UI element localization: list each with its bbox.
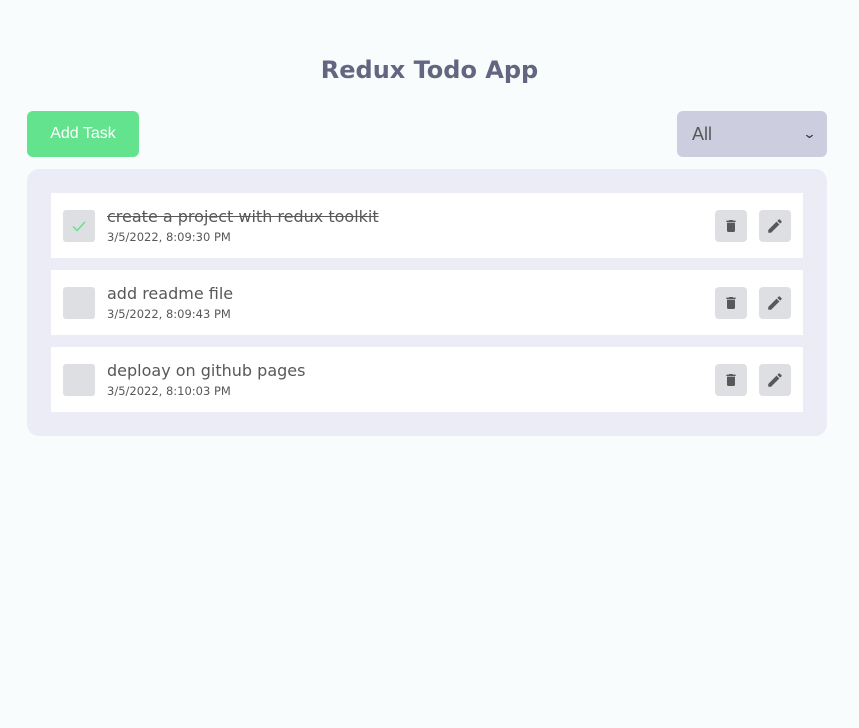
todo-title: deploay on github pages — [107, 361, 306, 380]
pencil-icon — [768, 295, 782, 310]
todo-timestamp: 3/5/2022, 8:09:30 PM — [107, 230, 231, 244]
todo-checkbox[interactable] — [63, 286, 95, 319]
check-icon — [72, 220, 86, 232]
todo-timestamp: 3/5/2022, 8:10:03 PM — [107, 384, 231, 398]
todo-timestamp: 3/5/2022, 8:09:43 PM — [107, 307, 231, 321]
delete-button[interactable] — [715, 209, 747, 242]
edit-button[interactable] — [759, 286, 791, 319]
todo-title: add readme file — [107, 284, 234, 303]
trash-icon — [726, 219, 736, 232]
add-task-button[interactable]: Add Task — [27, 111, 139, 157]
page-title: Redux Todo App — [320, 56, 539, 84]
todo-checkbox[interactable] — [63, 363, 95, 396]
todo-text: add readme file 3/5/2022, 8:09:43 PM — [107, 284, 703, 321]
trash-icon — [726, 373, 736, 386]
pencil-icon — [768, 372, 782, 387]
edit-button[interactable] — [759, 363, 791, 396]
todo-item: create a project with redux toolkit 3/5/… — [51, 193, 803, 258]
todo-list: create a project with redux toolkit 3/5/… — [27, 169, 827, 436]
todo-title: create a project with redux toolkit — [107, 207, 379, 226]
filter-select[interactable]: All ⌄ — [677, 111, 827, 157]
delete-button[interactable] — [715, 286, 747, 319]
filter-select-value: All — [692, 123, 713, 144]
todo-item: add readme file 3/5/2022, 8:09:43 PM — [51, 270, 803, 335]
todo-text: create a project with redux toolkit 3/5/… — [107, 207, 703, 244]
todo-text: deploay on github pages 3/5/2022, 8:10:0… — [107, 361, 703, 398]
todo-app: Redux Todo App Add Task All ⌄ create a p… — [0, 0, 859, 728]
todo-item: deploay on github pages 3/5/2022, 8:10:0… — [51, 347, 803, 412]
delete-button[interactable] — [715, 363, 747, 396]
pencil-icon — [768, 218, 782, 233]
edit-button[interactable] — [759, 209, 791, 242]
chevron-down-icon: ⌄ — [802, 126, 817, 141]
trash-icon — [726, 296, 736, 309]
todo-checkbox[interactable] — [63, 209, 95, 242]
